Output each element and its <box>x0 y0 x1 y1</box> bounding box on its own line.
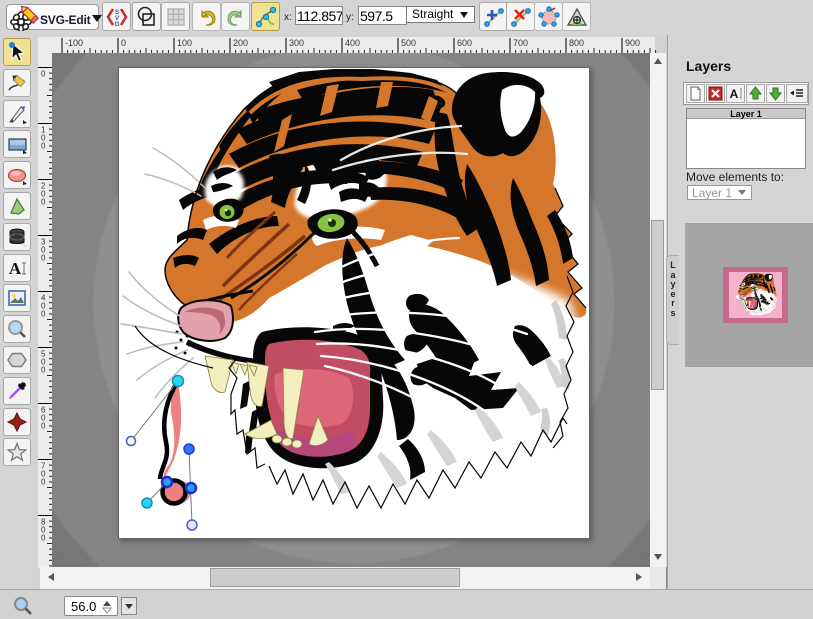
svg-text:200: 200 <box>233 38 248 48</box>
svg-text:0: 0 <box>41 478 46 487</box>
svg-text:600: 600 <box>457 38 472 48</box>
svg-text:700: 700 <box>513 38 528 48</box>
svg-text:A: A <box>730 87 739 101</box>
svg-text:G: G <box>114 21 119 28</box>
svg-text:900: 900 <box>625 38 640 48</box>
svg-text:800: 800 <box>569 38 584 48</box>
svg-text:400: 400 <box>345 38 360 48</box>
svg-text:A: A <box>9 259 22 278</box>
svg-text:0: 0 <box>41 422 46 431</box>
svg-text:0: 0 <box>41 366 46 375</box>
svg-text:100: 100 <box>177 38 192 48</box>
svg-text:-100: -100 <box>65 38 83 48</box>
svg-text:0: 0 <box>41 70 46 79</box>
svg-text:500: 500 <box>401 38 416 48</box>
svg-text:0: 0 <box>41 254 46 263</box>
svg-text:0: 0 <box>41 142 46 151</box>
svg-text:0: 0 <box>41 534 46 543</box>
svg-text:0: 0 <box>41 198 46 207</box>
svg-text:0: 0 <box>41 310 46 319</box>
svg-text:0: 0 <box>121 38 126 48</box>
svg-text:300: 300 <box>289 38 304 48</box>
